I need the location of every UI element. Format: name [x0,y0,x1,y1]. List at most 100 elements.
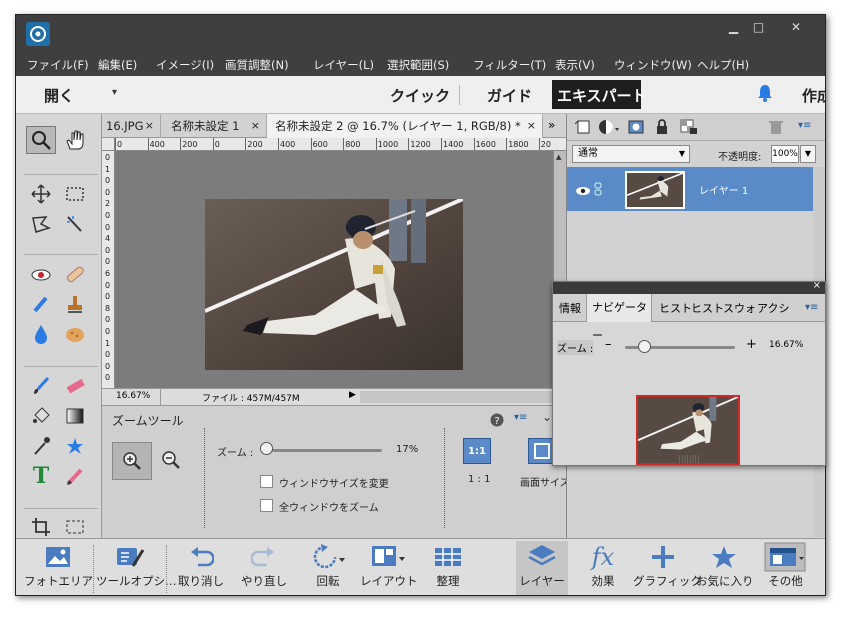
navigator-resize-grip[interactable]: |||||||| [553,454,825,465]
create-button[interactable]: 作成 [802,85,825,106]
clone-stamp-tool[interactable] [60,290,90,318]
layer-mask-icon[interactable] [628,119,644,139]
new-layer-icon[interactable] [574,119,591,139]
zoom-out-button[interactable]: – [605,337,612,352]
paint-bucket-tool[interactable] [26,402,56,430]
close-button[interactable]: ✕ [773,18,819,37]
scroll-up-icon[interactable]: ▲ [556,153,561,161]
tab-actions[interactable]: アクシ [757,300,789,316]
custom-shape-tool[interactable] [60,432,90,460]
favorites-button[interactable]: お気に入り [696,541,754,595]
lasso-tool[interactable] [26,210,56,238]
move-tool[interactable] [26,180,56,208]
panel-menu-icon[interactable]: ▾≡ [514,412,527,423]
blur-tool[interactable] [26,320,56,348]
open-dropdown-icon[interactable]: ▾ [112,87,117,98]
type-tool[interactable]: T [26,462,56,490]
adjustment-layer-icon[interactable] [598,119,620,139]
undo-button[interactable]: 取り消し [176,541,226,595]
rotate-button[interactable]: 回転 [303,541,353,595]
tab-histogram[interactable]: ヒスト [659,300,692,316]
tab-close-icon[interactable]: × [251,114,260,138]
pencil-tool[interactable] [60,462,90,490]
marquee-tool[interactable] [60,180,90,208]
eyedropper-tool[interactable] [26,432,56,460]
menu-file[interactable]: ファイル(F) [27,57,89,73]
tab-swatches[interactable]: スウォ [723,300,756,316]
mode-quick[interactable]: クイック [390,85,450,106]
layers-button[interactable]: レイヤー [516,541,568,595]
blend-mode-select[interactable]: 通常 ▼ [572,145,690,163]
resize-window-checkbox[interactable] [260,475,273,488]
recompose-tool[interactable] [60,516,90,536]
menu-layer[interactable]: レイヤー(L) [313,57,374,73]
menu-image[interactable]: イメージ(I) [156,57,214,73]
navigator-title-bar[interactable]: × [553,280,825,294]
menu-view[interactable]: 表示(V) [555,57,595,73]
menu-window[interactable]: ウィンドウ(W) [614,57,692,73]
layer-name[interactable]: レイヤー 1 [699,182,748,197]
menu-select[interactable]: 選択範囲(S) [387,57,449,73]
zoom-out-mode-button[interactable] [160,449,182,475]
more-button[interactable]: その他 [758,541,813,595]
tab-untitled-1[interactable]: 名称未設定 1 × [161,114,267,138]
navigator-close-icon[interactable]: × [813,280,821,291]
tab-navigator[interactable]: ナビゲーター [586,294,652,342]
minimize-button[interactable]: ▁ [722,18,745,37]
zoom-all-checkbox[interactable] [260,499,273,512]
tab-overflow-icon[interactable]: » [548,118,555,132]
horizontal-scrollbar[interactable] [360,391,552,403]
notification-bell-icon[interactable] [756,83,774,107]
tab-history[interactable]: ヒスト [691,300,724,316]
status-zoom[interactable]: 16.67% [116,391,150,401]
brush-tool[interactable] [26,372,56,400]
spot-healing-tool[interactable] [60,260,90,288]
help-icon[interactable]: ? [490,412,504,431]
zoom-slider-track[interactable] [262,449,382,452]
menu-help[interactable]: ヘルプ(H) [697,57,749,73]
hand-tool[interactable] [60,126,90,154]
layer-link-icon[interactable] [594,181,602,200]
collapse-chevron-icon[interactable]: ⌄ [542,410,552,424]
zoom-tool[interactable] [26,126,56,154]
tab-16jpg[interactable]: 16.JPG × [102,114,161,138]
opacity-dropdown-icon[interactable]: ▼ [800,145,816,163]
navigator-zoom-slider-thumb[interactable] [638,340,651,353]
mode-guided[interactable]: ガイド [487,85,532,106]
zoom-in-button[interactable]: + [746,337,757,352]
delete-layer-icon[interactable] [769,119,783,139]
quick-selection-tool[interactable] [60,210,90,238]
tool-options-button[interactable]: ツールオプシ… [96,541,177,595]
organizer-button[interactable]: 整理 [423,541,473,595]
layers-panel-menu-icon[interactable]: ▾≡ [798,120,811,131]
tab-close-icon[interactable]: × [145,114,154,138]
layer-row[interactable]: レイヤー 1 [567,167,813,211]
red-eye-tool[interactable] [26,260,56,288]
canvas-area[interactable] [115,151,553,388]
eraser-tool[interactable] [60,372,90,400]
lock-layer-icon[interactable] [655,119,669,139]
graphics-button[interactable]: グラフィック [633,541,702,595]
gradient-tool[interactable] [60,402,90,430]
opacity-input[interactable]: 100% [771,145,799,163]
tab-info[interactable]: 情報 [559,300,581,316]
menu-filter[interactable]: フィルター(T) [473,57,546,73]
menu-edit[interactable]: 編集(E) [98,57,137,73]
smart-brush-tool[interactable] [26,290,56,318]
photo-bin-button[interactable]: フォトエリア [24,541,93,595]
mode-expert[interactable]: エキスパート [557,85,647,106]
document-photo[interactable] [205,199,463,370]
zoom-in-mode-button[interactable] [112,442,152,480]
menu-enhance[interactable]: 画質調整(N) [225,57,289,73]
effects-button[interactable]: fx 効果 [578,541,628,595]
zoom-slider-thumb[interactable] [260,442,273,455]
navigator-menu-icon[interactable]: ▾≡ [805,302,818,313]
actual-pixels-button[interactable]: 1:1 [463,438,491,464]
status-menu-arrow-icon[interactable]: ▶ [349,390,356,400]
tab-untitled-2[interactable]: 名称未設定 2 @ 16.7% (レイヤー 1, RGB/8) * × [267,114,543,138]
tab-close-icon[interactable]: × [527,114,536,138]
open-button[interactable]: 開く [44,85,74,106]
redo-button[interactable]: やり直し [239,541,289,595]
sponge-tool[interactable] [60,320,90,348]
maximize-button[interactable]: □ [747,18,770,37]
